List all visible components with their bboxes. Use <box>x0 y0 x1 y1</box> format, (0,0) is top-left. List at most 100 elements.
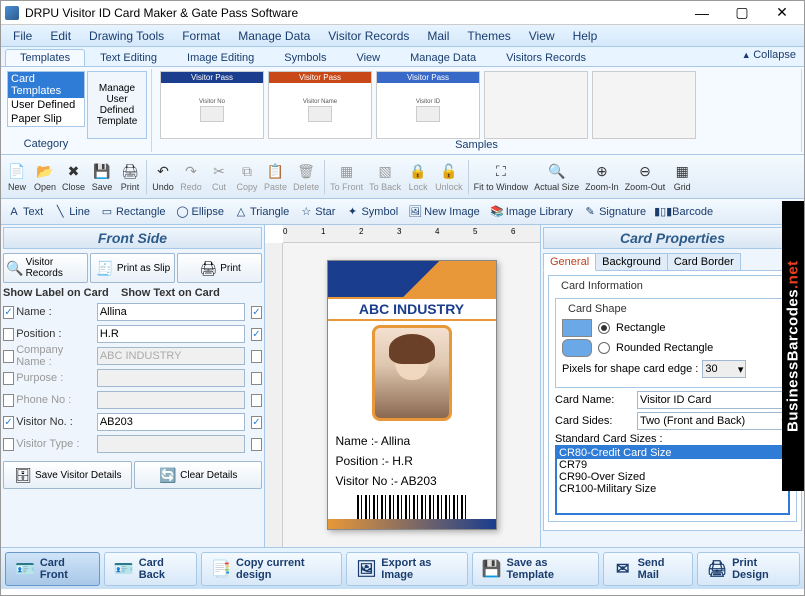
card-sides-select[interactable]: Two (Front and Back)▾ <box>637 412 790 430</box>
bottom-print-design[interactable]: 🖨Print Design <box>697 552 800 586</box>
label-checkbox[interactable] <box>3 394 14 407</box>
shape-symbol[interactable]: ✦Symbol <box>341 203 402 221</box>
print-button[interactable]: 🖨Print <box>177 253 262 283</box>
menu-view[interactable]: View <box>521 27 563 45</box>
collapse-button[interactable]: Collapse <box>742 49 796 61</box>
shape-star[interactable]: ☆Star <box>295 203 339 221</box>
label-checkbox[interactable]: ✓ <box>3 306 14 319</box>
menu-drawing-tools[interactable]: Drawing Tools <box>81 27 172 45</box>
bottom-copy-current-design[interactable]: 📑Copy current design <box>201 552 342 586</box>
sample-card[interactable]: Visitor PassVisitor No <box>160 71 264 139</box>
ribbon-tab-templates[interactable]: Templates <box>5 49 85 66</box>
sample-card[interactable]: Visitor PassVisitor Name <box>268 71 372 139</box>
field-input[interactable] <box>97 303 245 321</box>
card-visitor-line: Visitor No :- AB203 <box>336 471 488 491</box>
category-list[interactable]: Card TemplatesUser DefinedPaper Slip <box>7 71 85 127</box>
rect-radio[interactable] <box>598 322 610 334</box>
shape-line[interactable]: ╲Line <box>49 203 94 221</box>
label-checkbox[interactable]: ✓ <box>3 416 14 429</box>
shape-rectangle[interactable]: ▭Rectangle <box>96 203 170 221</box>
id-card[interactable]: ABC INDUSTRY Name :- Allina Position :- … <box>327 260 497 530</box>
maximize-button[interactable]: ▢ <box>728 4 756 22</box>
text-checkbox[interactable] <box>251 394 262 407</box>
text-checkbox[interactable] <box>251 350 262 363</box>
label-checkbox[interactable] <box>3 372 14 385</box>
size-option[interactable]: CR90-Over Sized <box>557 471 788 483</box>
tool-undo[interactable]: ↶Undo <box>149 161 177 193</box>
tool-zoom-out[interactable]: ⊖Zoom-Out <box>622 161 669 193</box>
ribbon-tab-symbols[interactable]: Symbols <box>269 49 341 66</box>
minimize-button[interactable]: — <box>688 4 716 22</box>
bottom-send-mail[interactable]: ✉Send Mail <box>603 552 693 586</box>
menu-file[interactable]: File <box>5 27 40 45</box>
menu-themes[interactable]: Themes <box>459 27 518 45</box>
shape-image-library[interactable]: 📚Image Library <box>486 203 577 221</box>
shape-triangle[interactable]: △Triangle <box>230 203 293 221</box>
sample-card[interactable] <box>484 71 588 139</box>
visitor-records-button[interactable]: 🔍Visitor Records <box>3 253 88 283</box>
bottom-save-as-template[interactable]: 💾Save as Template <box>472 552 599 586</box>
bottom-export-as-image[interactable]: 🖼Export as Image <box>346 552 467 586</box>
shape-new-image[interactable]: 🖼New Image <box>404 203 484 221</box>
size-option[interactable]: CR79 <box>557 459 788 471</box>
prop-tab-card-border[interactable]: Card Border <box>667 253 741 270</box>
tool-grid[interactable]: ▦Grid <box>668 161 696 193</box>
size-option[interactable]: CR80-Credit Card Size <box>557 447 788 459</box>
tool-zoom-in[interactable]: ⊕Zoom-In <box>582 161 622 193</box>
shape-barcode[interactable]: ▮▯▮Barcode <box>652 203 717 221</box>
menu-format[interactable]: Format <box>174 27 228 45</box>
bottom-card-back[interactable]: 🪪Card Back <box>104 552 197 586</box>
bottom-card-front[interactable]: 🪪Card Front <box>5 552 100 586</box>
prop-tab-background[interactable]: Background <box>595 253 668 270</box>
ribbon-tab-view[interactable]: View <box>341 49 395 66</box>
menu-help[interactable]: Help <box>565 27 606 45</box>
standard-sizes-list[interactable]: CR80-Credit Card SizeCR79CR90-Over Sized… <box>555 445 790 515</box>
tool-print[interactable]: 🖨Print <box>116 161 144 193</box>
category-item[interactable]: Paper Slip <box>8 112 84 126</box>
clear-details-button[interactable]: 🔄Clear Details <box>134 461 263 489</box>
label-checkbox[interactable] <box>3 438 14 451</box>
menu-visitor-records[interactable]: Visitor Records <box>320 27 417 45</box>
text-checkbox[interactable] <box>251 372 262 385</box>
field-input[interactable] <box>97 413 245 431</box>
prop-tab-general[interactable]: General <box>543 253 596 271</box>
print-slip-button[interactable]: 🧾Print as Slip <box>90 253 175 283</box>
ribbon-tab-visitors-records[interactable]: Visitors Records <box>491 49 601 66</box>
save-visitor-button[interactable]: 🗄Save Visitor Details <box>3 461 132 489</box>
close-button[interactable]: ✕ <box>768 4 796 22</box>
tool-open[interactable]: 📂Open <box>31 161 59 193</box>
ribbon-tab-manage-data[interactable]: Manage Data <box>395 49 491 66</box>
tool-close[interactable]: ✖Close <box>59 161 88 193</box>
card-name-input[interactable] <box>637 391 790 409</box>
category-item[interactable]: User Defined <box>8 98 84 112</box>
field-input <box>97 347 245 365</box>
tool-actual-size[interactable]: 🔍Actual Size <box>531 161 582 193</box>
card-shape-legend: Card Shape <box>566 303 629 315</box>
shape-text[interactable]: AText <box>3 203 47 221</box>
text-checkbox[interactable]: ✓ <box>251 306 262 319</box>
tool-new[interactable]: 📄New <box>3 161 31 193</box>
tool-save[interactable]: 💾Save <box>88 161 116 193</box>
label-checkbox[interactable] <box>3 350 14 363</box>
category-item[interactable]: Card Templates <box>8 72 84 98</box>
text-checkbox[interactable] <box>251 438 262 451</box>
field-input[interactable] <box>97 325 245 343</box>
edge-px-input[interactable]: 30▾ <box>702 360 746 378</box>
size-option[interactable]: CR100-Military Size <box>557 483 788 495</box>
ribbon-tab-text-editing[interactable]: Text Editing <box>85 49 172 66</box>
menu-edit[interactable]: Edit <box>42 27 79 45</box>
sample-card[interactable]: Visitor PassVisitor ID <box>376 71 480 139</box>
shape-ellipse[interactable]: ◯Ellipse <box>172 203 228 221</box>
tool-fit-to-window[interactable]: ⛶Fit to Window <box>471 161 532 193</box>
ribbon-tab-image-editing[interactable]: Image Editing <box>172 49 269 66</box>
text-checkbox[interactable]: ✓ <box>251 416 262 429</box>
rrect-radio[interactable] <box>598 342 610 354</box>
menu-mail[interactable]: Mail <box>419 27 457 45</box>
menu-manage-data[interactable]: Manage Data <box>230 27 318 45</box>
manage-template-button[interactable]: Manage User Defined Template <box>87 71 147 139</box>
text-checkbox[interactable]: ✓ <box>251 328 262 341</box>
shape-signature[interactable]: ✎Signature <box>579 203 650 221</box>
design-canvas[interactable]: ABC INDUSTRY Name :- Allina Position :- … <box>283 243 540 547</box>
label-checkbox[interactable] <box>3 328 14 341</box>
sample-card[interactable] <box>592 71 696 139</box>
